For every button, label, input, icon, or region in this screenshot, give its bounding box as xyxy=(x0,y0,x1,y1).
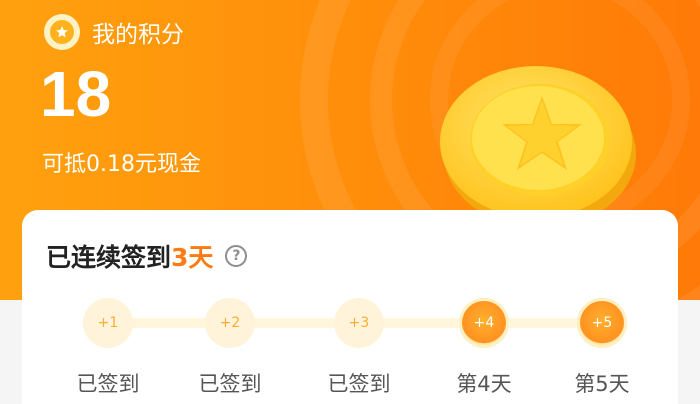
points-badge-icon xyxy=(44,14,80,50)
day-label: 第4天 xyxy=(456,372,512,396)
day-label: 第5天 xyxy=(574,372,630,396)
checkin-day-2: +2 已签到 xyxy=(170,298,290,398)
reward-dot: +3 xyxy=(334,298,384,348)
checkin-days: 3天 xyxy=(171,243,214,272)
reward-dot: +1 xyxy=(83,298,133,348)
page-title: 我的积分 xyxy=(92,22,184,48)
points-value: 18 xyxy=(40,58,112,130)
reward-dot: +4 xyxy=(459,298,509,348)
checkin-card: 已连续签到 3天 ? +1 已签到 +2 已签到 +3 已签到 +4 第4天 +5… xyxy=(22,210,678,404)
help-icon[interactable]: ? xyxy=(225,245,248,267)
checkin-title-text: 已连续签到 xyxy=(46,243,172,272)
cash-equivalent: 可抵0.18元现金 xyxy=(42,152,201,177)
checkin-day-1: +1 已签到 xyxy=(48,298,168,398)
checkin-day-3: +3 已签到 xyxy=(299,298,419,398)
checkin-day-5: +5 第5天 xyxy=(542,298,662,398)
checkin-title: 已连续签到 3天 ? xyxy=(46,238,248,274)
day-label: 已签到 xyxy=(76,372,140,396)
points-title-row: 我的积分 xyxy=(44,14,184,50)
reward-dot: +5 xyxy=(577,298,627,348)
checkin-day-4: +4 第4天 xyxy=(424,298,544,398)
day-label: 已签到 xyxy=(327,372,391,396)
day-label: 已签到 xyxy=(198,372,262,396)
star-coin-icon xyxy=(440,66,636,228)
reward-dot: +2 xyxy=(205,298,255,348)
